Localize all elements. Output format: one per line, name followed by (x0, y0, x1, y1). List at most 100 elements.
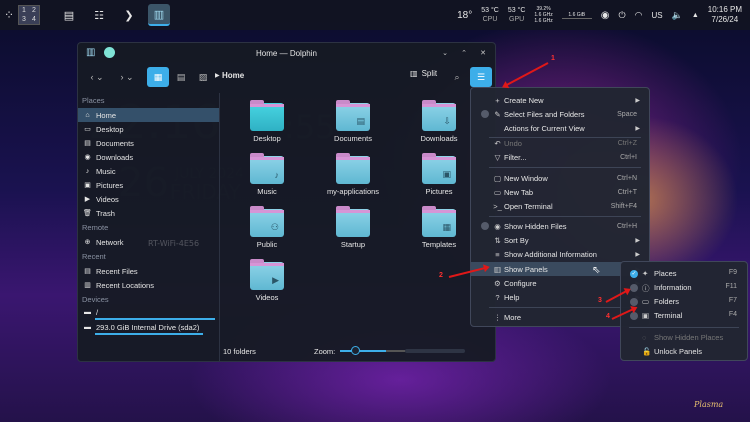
place-home[interactable]: ⌂ Home (78, 108, 219, 122)
menu-create-new[interactable]: + Create New ▶ (471, 93, 649, 107)
place-desktop[interactable]: ▭ Desktop (78, 122, 219, 136)
taskbar-terminal-app-icon[interactable]: ❯ (118, 4, 140, 26)
virtual-desktop-pager: 1 2 3 4 (18, 5, 40, 25)
folder-item[interactable]: ▣ Pictures (409, 153, 469, 196)
documents-icon: ▤ (84, 140, 91, 147)
file-view: Desktop ▤ Documents ⇩ Downloads ♪ Music my-… (148, 93, 495, 341)
place-pictures[interactable]: ▣ Pictures (78, 178, 219, 192)
device-root[interactable]: ▬ / (78, 307, 219, 318)
cpu-temp-sensor[interactable]: 53 °C CPU (481, 6, 499, 24)
compact-view-button[interactable]: ▤ (170, 67, 192, 87)
gpu-temp-sensor[interactable]: 53 °C GPU (508, 6, 526, 24)
minimize-button[interactable]: ⌄ (439, 47, 451, 59)
folder-item[interactable]: ▤ Documents (323, 100, 383, 143)
panel-unlock-panels[interactable]: 🔓 Unlock Panels (621, 345, 747, 359)
toolbar: ‹ ⌄ › ⌄ ▦ ▤ ▨ ▶ Home ▥ Split ⌕ ☰ (78, 63, 495, 91)
panel-show-hidden-places[interactable]: ◌ Show Hidden Places (621, 331, 747, 345)
cpu-usage-monitor[interactable]: 39.2% 1.6 GHz 1.6 GHz (534, 6, 552, 24)
power-icon[interactable]: ⏻ (618, 10, 625, 21)
menu-filter[interactable]: ▽ Filter... Ctrl+I (471, 150, 649, 164)
digital-clock[interactable]: 10:16 PM 7/26/24 (708, 5, 742, 25)
menu-show-additional-info[interactable]: ≡ Show Additional Information ▶ (471, 247, 649, 261)
videos-icon: ▶ (84, 196, 91, 203)
pictures-icon: ▣ (84, 182, 91, 189)
back-button[interactable]: ‹ ⌄ (86, 67, 108, 87)
menu-separator (489, 167, 641, 168)
taskbar-dolphin-app-icon[interactable]: ▥ (148, 4, 170, 26)
icons-view-button[interactable]: ▦ (147, 67, 169, 87)
taskbar-settings-app-icon[interactable]: ☷ (88, 4, 110, 26)
radio-icon (481, 110, 489, 118)
zoom-label: Zoom: (314, 347, 336, 356)
keyboard-layout[interactable]: US (651, 11, 662, 20)
check-icon: ✓ (630, 270, 638, 278)
remote-section-header: Remote (82, 223, 109, 232)
drive-icon: ▬ (84, 309, 91, 316)
wifi-icon[interactable]: ◠ (635, 10, 643, 21)
folder-item[interactable]: ⇩ Downloads (409, 100, 469, 143)
zoom-slider-fill (340, 350, 386, 352)
details-view-button[interactable]: ▨ (192, 67, 214, 87)
folder-item[interactable]: Desktop (237, 100, 297, 143)
app-launcher-icon[interactable]: ⁘ (4, 8, 14, 22)
menu-actions-current-view[interactable]: Actions for Current View ▶ (471, 121, 649, 135)
system-tray: 18° 53 °C CPU 53 °C GPU 39.2% 1.6 GHz 1.… (457, 0, 742, 30)
place-network[interactable]: ⊕ Network (78, 235, 219, 249)
place-documents[interactable]: ▤ Documents (78, 136, 219, 150)
folder-item[interactable]: ▶ Videos (237, 259, 297, 302)
close-button[interactable]: ✕ (477, 47, 489, 59)
device-internal-drive[interactable]: ▬ 293.0 GiB Internal Drive (sda2) (78, 322, 219, 333)
breadcrumb-home[interactable]: Home (222, 71, 244, 80)
menu-show-hidden-files[interactable]: ◉ Show Hidden Files Ctrl+H (471, 219, 649, 233)
title-bar[interactable]: ▥ Home — Dolphin ⌄ ⌃ ✕ (78, 43, 495, 63)
panel-folders[interactable]: ▭ Folders F7 (621, 295, 747, 309)
panel-places[interactable]: ✓ ✦ Places F9 (621, 267, 747, 281)
split-icon: ▥ (410, 69, 418, 78)
recent-locations-icon: ▥ (84, 282, 91, 289)
submenu-arrow-icon: ▶ (635, 251, 640, 258)
maximize-button[interactable]: ⌃ (458, 47, 470, 59)
desktop-1[interactable]: 1 2 3 4 (18, 5, 40, 25)
place-downloads[interactable]: ◉ Downloads (78, 150, 219, 164)
media-icon[interactable]: ◉ (601, 10, 610, 21)
place-videos[interactable]: ▶ Videos (78, 192, 219, 206)
search-button[interactable]: ⌕ (446, 67, 468, 87)
places-panel: Places ⌂ Home ▭ Desktop ▤ Documents ◉ Downlo… (78, 93, 220, 361)
folder-item[interactable]: ⚇ Public (237, 206, 297, 249)
place-trash[interactable]: 🗑 Trash (78, 206, 219, 220)
menu-select-files[interactable]: ✎ Select Files and Folders Space (471, 107, 649, 121)
folder-item[interactable]: ♪ Music (237, 153, 297, 196)
tray-expand-icon[interactable]: ▲ (692, 12, 699, 19)
hamburger-menu-button[interactable]: ☰ (470, 67, 492, 87)
annotation-number: 3 (598, 297, 602, 304)
split-button[interactable]: ▥ Split (410, 69, 437, 78)
item-count: 10 folders (223, 346, 256, 356)
submenu-arrow-icon: ▶ (635, 97, 640, 104)
volume-icon[interactable]: 🔈 (672, 10, 683, 21)
place-music[interactable]: ♪ Music (78, 164, 219, 178)
zoom-slider-track[interactable] (386, 350, 406, 352)
radio-icon (481, 222, 489, 230)
menu-new-window[interactable]: ▢ New Window Ctrl+N (471, 171, 649, 185)
submenu-arrow-icon: ▶ (635, 125, 640, 132)
memory-monitor[interactable]: 1.6 GiB (561, 12, 592, 19)
menu-sort-by[interactable]: ⇅ Sort By ▶ (471, 233, 649, 247)
taskbar-save-app-icon[interactable]: ▤ (58, 4, 80, 26)
zoom-slider-handle[interactable] (351, 346, 360, 355)
place-recent-locations[interactable]: ▥ Recent Locations (78, 278, 219, 292)
folder-item[interactable]: Startup (323, 206, 383, 249)
place-recent-files[interactable]: ▤ Recent Files (78, 264, 219, 278)
panel-information[interactable]: ⓘ Information F11 (621, 281, 747, 295)
home-icon: ⌂ (85, 111, 90, 119)
panel-terminal[interactable]: ▣ Terminal F4 (621, 309, 747, 323)
free-space-bar[interactable] (405, 349, 465, 353)
drive-icon: ▬ (84, 324, 91, 331)
menu-new-tab[interactable]: ▭ New Tab Ctrl+T (471, 185, 649, 199)
menu-open-terminal[interactable]: >_ Open Terminal Shift+F4 (471, 199, 649, 213)
weather-temp[interactable]: 18° (457, 10, 472, 21)
folder-item[interactable]: ▦ Templates (409, 206, 469, 249)
forward-button[interactable]: › ⌄ (116, 67, 138, 87)
folder-item[interactable]: my-applications (323, 153, 383, 196)
folder-icon: ▤ (336, 100, 370, 131)
menu-undo[interactable]: ↶ Undo Ctrl+Z (471, 136, 649, 150)
